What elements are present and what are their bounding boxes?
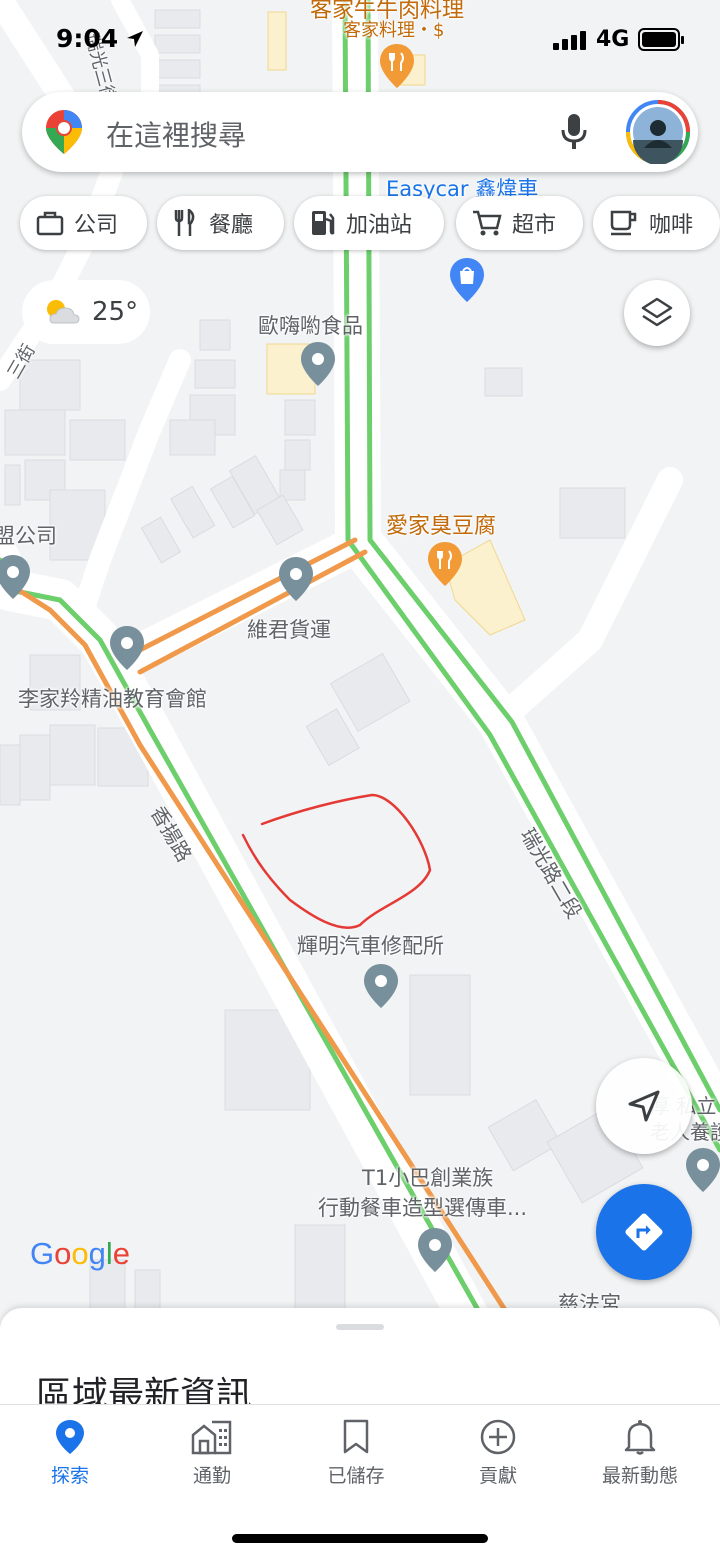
chip-label: 超市 — [512, 213, 557, 238]
commute-icon — [191, 1420, 232, 1455]
google-maps-logo-icon — [46, 110, 82, 154]
nav-saved[interactable]: 已儲存 — [286, 1419, 426, 1488]
shopping-pin-icon[interactable] — [450, 258, 484, 302]
status-time: 9:04 — [56, 24, 119, 53]
weather-widget[interactable]: 25° — [22, 280, 150, 344]
bookmark-icon — [343, 1419, 369, 1454]
nav-label: 貢獻 — [478, 1465, 517, 1487]
location-pin-icon[interactable] — [110, 626, 144, 670]
avatar[interactable] — [626, 100, 690, 164]
layers-button[interactable] — [624, 280, 690, 346]
location-pin-icon[interactable] — [279, 557, 313, 601]
navigation-arrow-icon — [628, 1090, 660, 1122]
poi-label[interactable]: 維君貨運 — [247, 614, 331, 644]
nav-explore[interactable]: 探索 — [0, 1419, 140, 1488]
google-logo: Google — [30, 1236, 131, 1271]
restaurant-pin-icon[interactable] — [428, 542, 462, 586]
partly-cloudy-icon — [47, 300, 80, 324]
bell-icon — [624, 1420, 656, 1455]
poi-label: 行動餐車造型選傳車... — [318, 1196, 528, 1220]
chip-gas-station[interactable]: 加油站 — [294, 196, 444, 250]
home-indicator — [232, 1534, 488, 1543]
directions-icon — [625, 1213, 663, 1251]
poi-label[interactable]: 歐嗨喲食品 — [258, 310, 363, 340]
location-arrow-icon — [127, 31, 143, 47]
nav-commute[interactable]: 通勤 — [142, 1419, 282, 1488]
nav-contribute[interactable]: 貢獻 — [428, 1419, 568, 1488]
poi-label[interactable]: 愛家臭豆腐 — [386, 508, 496, 540]
chip-label: 咖啡 — [649, 213, 694, 238]
bottom-sheet[interactable]: 區域最新資訊 — [0, 1308, 720, 1408]
briefcase-icon — [36, 211, 64, 236]
sheet-title: 區域最新資訊 — [36, 1375, 253, 1408]
network-label: 4G — [596, 27, 630, 52]
temperature-label: 25° — [92, 297, 139, 327]
signal-icon — [553, 31, 586, 50]
nav-label: 通勤 — [192, 1465, 231, 1487]
poi-label[interactable]: 李家羚精油教育會館 — [18, 683, 207, 713]
chip-coffee[interactable]: 咖啡 — [593, 196, 720, 250]
add-circle-icon — [480, 1419, 516, 1455]
location-pin-icon[interactable] — [0, 555, 30, 599]
location-pin-icon[interactable] — [418, 1228, 452, 1272]
explore-pin-icon — [56, 1420, 84, 1454]
chip-label: 餐廳 — [209, 213, 254, 238]
location-pin-icon[interactable] — [364, 964, 398, 1008]
cart-icon — [473, 210, 502, 236]
battery-icon — [638, 28, 684, 51]
search-bar[interactable]: 在這裡搜尋 — [22, 92, 698, 172]
poi-sublabel: 客家料理・$ — [343, 20, 445, 41]
nav-label: 最新動態 — [601, 1465, 678, 1487]
poi-label[interactable]: 輝明汽車修配所 — [297, 930, 444, 960]
directions-button[interactable] — [596, 1184, 692, 1280]
gas-station-icon — [312, 211, 335, 235]
restaurant-pin-icon[interactable] — [380, 44, 414, 88]
chip-company[interactable]: 公司 — [20, 196, 147, 250]
coffee-icon — [610, 210, 637, 236]
poi-label[interactable]: T1小巴創業族 — [362, 1162, 493, 1192]
nav-label: 已儲存 — [327, 1465, 385, 1487]
search-input[interactable]: 在這裡搜尋 — [106, 114, 246, 154]
sheet-drag-handle[interactable] — [336, 1324, 384, 1330]
layers-icon — [641, 297, 673, 327]
microphone-icon[interactable] — [560, 114, 588, 150]
my-location-button[interactable] — [596, 1058, 692, 1154]
location-pin-icon[interactable] — [686, 1148, 720, 1192]
chip-restaurant[interactable]: 餐廳 — [157, 196, 284, 250]
poi-label[interactable]: 盟公司 — [0, 520, 57, 550]
chip-label: 公司 — [74, 213, 119, 238]
chip-supermarket[interactable]: 超市 — [456, 196, 583, 250]
restaurant-icon — [174, 209, 195, 236]
chip-label: 加油站 — [346, 213, 413, 238]
location-pin-icon[interactable] — [301, 342, 335, 386]
nav-label: 探索 — [50, 1465, 89, 1487]
nav-updates[interactable]: 最新動態 — [570, 1419, 710, 1488]
hand-drawn-annotation — [241, 793, 432, 929]
